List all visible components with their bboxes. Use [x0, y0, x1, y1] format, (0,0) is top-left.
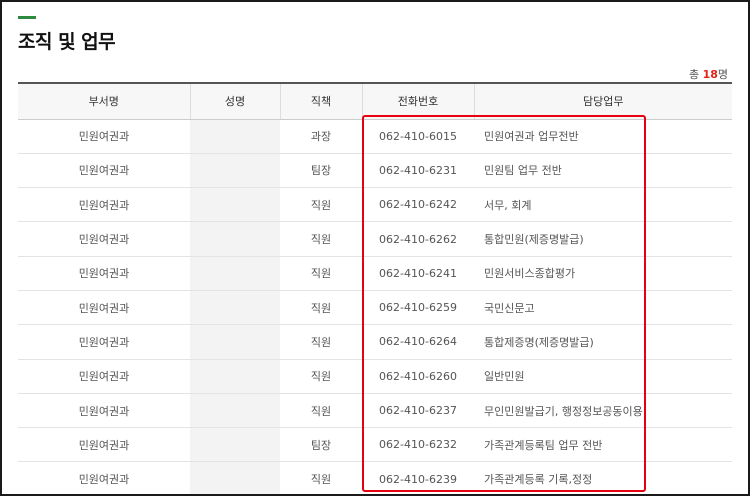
cell-position: 직원: [280, 324, 362, 360]
cell-dept: 민원여권과: [18, 290, 190, 326]
cell-phone: 062-410-6262: [362, 221, 474, 257]
cell-position: 직원: [280, 256, 362, 291]
cell-name: [190, 119, 280, 154]
cell-duty: 국민신문고: [474, 290, 732, 326]
cell-name: [190, 256, 280, 291]
cell-duty: 통합민원(제증명발급): [474, 221, 732, 257]
total-count: 총 18명: [689, 66, 728, 82]
cell-phone: 062-410-6239: [362, 461, 474, 494]
cell-name: [190, 427, 280, 463]
table-row: 민원여권과 직원 062-410-6264 통합제증명(제증명발급): [18, 324, 732, 360]
cell-duty: 가족관계등록팀 업무 전반: [474, 427, 732, 463]
table-row: 민원여권과 직원 062-410-6239 가족관계등록 기록,정정: [18, 461, 732, 494]
header-duty: 담당업무: [473, 82, 732, 120]
cell-dept: 민원여권과: [18, 461, 190, 494]
cell-duty: 무인민원발급기, 행정정보공동이용: [474, 393, 732, 429]
cell-position: 직원: [280, 290, 362, 326]
cell-dept: 민원여권과: [18, 256, 190, 291]
staff-table: 부서명 성명 직책 전화번호 담당업무 민원여권과 과장 062-410-6015 민…: [18, 82, 732, 494]
cell-duty: 일반민원: [474, 359, 732, 394]
cell-phone: 062-410-6241: [362, 256, 474, 291]
cell-phone: 062-410-6264: [362, 324, 474, 360]
cell-duty: 통합제증명(제증명발급): [474, 324, 732, 360]
cell-duty: 민원팀 업무 전반: [474, 153, 732, 189]
table-row: 민원여권과 직원 062-410-6260 일반민원: [18, 359, 732, 394]
cell-position: 직원: [280, 359, 362, 394]
cell-position: 직원: [280, 461, 362, 494]
cell-name: [190, 324, 280, 360]
cell-phone: 062-410-6232: [362, 427, 474, 463]
page-title: 조직 및 업무: [18, 31, 116, 53]
cell-dept: 민원여권과: [18, 324, 190, 360]
cell-duty: 민원서비스종합평가: [474, 256, 732, 291]
cell-phone: 062-410-6015: [362, 119, 474, 154]
cell-position: 직원: [280, 221, 362, 257]
table-row: 민원여권과 직원 062-410-6259 국민신문고: [18, 290, 732, 326]
total-count-value: 18: [702, 68, 718, 81]
cell-phone: 062-410-6231: [362, 153, 474, 189]
cell-dept: 민원여권과: [18, 153, 190, 189]
cell-phone: 062-410-6237: [362, 393, 474, 429]
total-prefix: 총: [688, 68, 700, 81]
table-header-row: 부서명 성명 직책 전화번호 담당업무: [18, 82, 732, 120]
cell-position: 직원: [280, 187, 362, 223]
cell-dept: 민원여권과: [18, 427, 190, 463]
table-row: 민원여권과 직원 062-410-6262 통합민원(제증명발급): [18, 221, 732, 257]
cell-dept: 민원여권과: [18, 359, 190, 394]
cell-position: 과장: [280, 119, 362, 154]
cell-dept: 민원여권과: [18, 187, 190, 223]
cell-name: [190, 153, 280, 189]
cell-phone: 062-410-6259: [362, 290, 474, 326]
header-dept: 부서명: [18, 82, 190, 120]
cell-name: [190, 393, 280, 429]
table-row: 민원여권과 팀장 062-410-6231 민원팀 업무 전반: [18, 153, 732, 189]
cell-name: [190, 221, 280, 257]
cell-duty: 민원여권과 업무전반: [474, 119, 732, 154]
cell-position: 팀장: [280, 153, 362, 189]
cell-dept: 민원여권과: [18, 393, 190, 429]
cell-duty: 서무, 회계: [474, 187, 732, 223]
header-phone: 전화번호: [361, 82, 474, 120]
cell-name: [190, 290, 280, 326]
table-row: 민원여권과 팀장 062-410-6232 가족관계등록팀 업무 전반: [18, 427, 732, 463]
total-suffix: 명: [717, 68, 728, 81]
header-position: 직책: [279, 82, 362, 120]
cell-dept: 민원여권과: [18, 119, 190, 154]
cell-duty: 가족관계등록 기록,정정: [474, 461, 732, 494]
cell-position: 팀장: [280, 427, 362, 463]
table-row: 민원여권과 직원 062-410-6237 무인민원발급기, 행정정보공동이용: [18, 393, 732, 429]
cell-dept: 민원여권과: [18, 221, 190, 257]
page-frame: 조직 및 업무 총 18명 부서명 성명 직책 전화번호 담당업무 민원여권과 과…: [0, 0, 750, 496]
cell-name: [190, 187, 280, 223]
table-row: 민원여권과 과장 062-410-6015 민원여권과 업무전반: [18, 119, 732, 154]
table-row: 민원여권과 직원 062-410-6241 민원서비스종합평가: [18, 256, 732, 291]
cell-phone: 062-410-6260: [362, 359, 474, 394]
header-name: 성명: [189, 82, 280, 120]
cell-phone: 062-410-6242: [362, 187, 474, 223]
title-accent-bar: [18, 16, 36, 19]
table-row: 민원여권과 직원 062-410-6242 서무, 회계: [18, 187, 732, 223]
cell-name: [190, 359, 280, 394]
cell-position: 직원: [280, 393, 362, 429]
cell-name: [190, 461, 280, 494]
